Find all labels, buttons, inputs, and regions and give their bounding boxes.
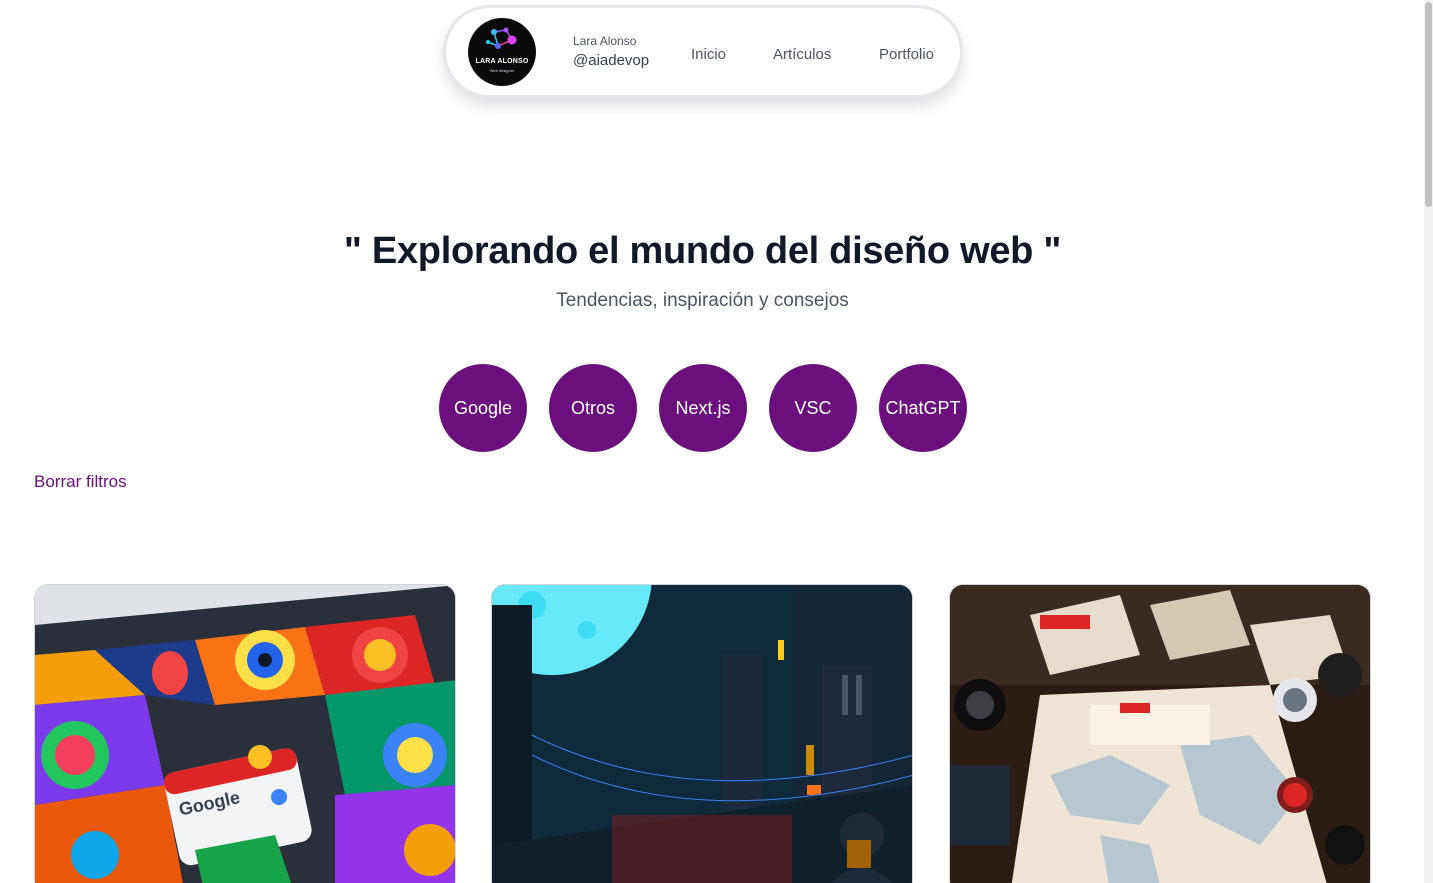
- nav-link-articulos[interactable]: Artículos: [773, 46, 831, 63]
- night-city-illustration-image: [492, 585, 912, 883]
- page: LARA ALONSO Web designer Lara Alonso @ai…: [0, 0, 1433, 883]
- desk-map-illustration-image: [950, 585, 1370, 883]
- logo-subtext: Web designer: [489, 68, 515, 73]
- user-name: Lara Alonso: [573, 34, 637, 48]
- filter-button-google[interactable]: Google: [439, 364, 527, 452]
- page-scrollbar[interactable]: [1424, 0, 1433, 883]
- logo-name: LARA ALONSO: [475, 58, 529, 65]
- clear-filters-link[interactable]: Borrar filtros: [34, 472, 127, 492]
- google-illustration-image: [35, 585, 455, 883]
- page-subtitle: Tendencias, inspiración y consejos: [556, 290, 849, 311]
- top-navbar: LARA ALONSO Web designer Lara Alonso @ai…: [443, 5, 963, 98]
- network-logo-icon: [486, 27, 517, 49]
- article-card-map[interactable]: [949, 584, 1371, 883]
- article-card-city[interactable]: [491, 584, 913, 883]
- page-title: " Explorando el mundo del diseño web ": [343, 230, 1062, 272]
- filter-button-chatgpt[interactable]: ChatGPT: [879, 364, 967, 452]
- logo[interactable]: LARA ALONSO Web designer: [468, 18, 536, 86]
- filter-button-nextjs[interactable]: Next.js: [659, 364, 747, 452]
- article-card-google[interactable]: Google: [34, 584, 456, 883]
- nav-link-portfolio[interactable]: Portfolio: [879, 46, 934, 63]
- scrollbar-thumb[interactable]: [1425, 2, 1432, 207]
- filter-button-vsc[interactable]: VSC: [769, 364, 857, 452]
- nav-link-inicio[interactable]: Inicio: [691, 46, 726, 63]
- user-handle: @aiadevop: [573, 52, 650, 69]
- filter-button-otros[interactable]: Otros: [549, 364, 637, 452]
- user-info: Lara Alonso @aiadevop: [573, 34, 649, 69]
